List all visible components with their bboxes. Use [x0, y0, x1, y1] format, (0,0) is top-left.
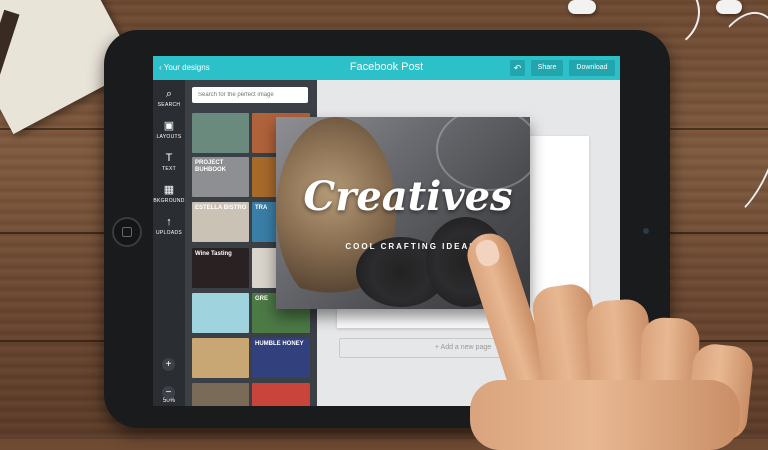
tool-label: TEXT [162, 166, 176, 172]
hand-palm [470, 380, 740, 450]
tool-label: BKGROUND [153, 198, 185, 204]
image-thumbnail[interactable] [192, 338, 249, 378]
thumbnail-label: Wine Tasting [195, 251, 232, 257]
zoom-in-button[interactable]: + [162, 358, 175, 371]
tool-text[interactable]: T TEXT [153, 152, 185, 172]
tool-search[interactable]: ⌕ SEARCH [153, 88, 185, 108]
thumbnail-label: ESTELLA BISTRO [195, 205, 247, 211]
earbud [716, 0, 742, 14]
tool-label: SEARCH [157, 102, 181, 108]
tool-uploads[interactable]: ↑ UPLOADS [153, 216, 185, 236]
image-thumbnail[interactable]: ESTELLA BISTRO [192, 202, 249, 242]
upload-icon: ↑ [166, 216, 172, 228]
image-thumbnail[interactable] [192, 113, 249, 153]
background-icon: ▦ [163, 184, 175, 196]
undo-button[interactable]: ↶ [510, 60, 525, 76]
image-thumbnail[interactable] [192, 383, 249, 406]
tool-label: UPLOADS [156, 230, 182, 236]
image-thumbnail[interactable] [192, 293, 249, 333]
image-thumbnail[interactable] [252, 383, 310, 406]
home-button[interactable] [112, 217, 142, 247]
earbud [568, 0, 596, 14]
camera [643, 228, 649, 234]
top-bar: ‹ Your designs Facebook Post ↶ Share Dow… [153, 56, 620, 80]
search-input[interactable] [192, 87, 308, 103]
image-thumbnail[interactable]: Wine Tasting [192, 248, 249, 288]
tool-label: LAYOUTS [156, 134, 182, 140]
thumbnail-label: TRA [255, 205, 268, 211]
thumbnail-label: HUMBLE HONEY [255, 341, 304, 347]
zoom-out-button[interactable]: − [162, 386, 175, 399]
thumbnail-label: PROJECT BUHBOOK [195, 160, 226, 173]
download-button[interactable]: Download [569, 60, 615, 76]
image-thumbnail[interactable]: PROJECT BUHBOOK [192, 157, 249, 197]
search-icon: ⌕ [165, 88, 173, 100]
thumbnail-label: GRE [255, 296, 269, 302]
share-button[interactable]: Share [531, 60, 563, 76]
undo-icon: ↶ [513, 63, 522, 73]
tool-layouts[interactable]: ▣ LAYOUTS [153, 120, 185, 140]
design-headline[interactable]: Creatives [298, 173, 518, 220]
layouts-icon: ▣ [163, 120, 175, 132]
tool-background[interactable]: ▦ BKGROUND [153, 184, 185, 204]
tool-rail: ⌕ SEARCH ▣ LAYOUTS T TEXT ▦ BKGROUND ↑ U… [153, 80, 185, 406]
text-icon: T [165, 152, 173, 164]
image-thumbnail[interactable]: HUMBLE HONEY [252, 338, 310, 378]
